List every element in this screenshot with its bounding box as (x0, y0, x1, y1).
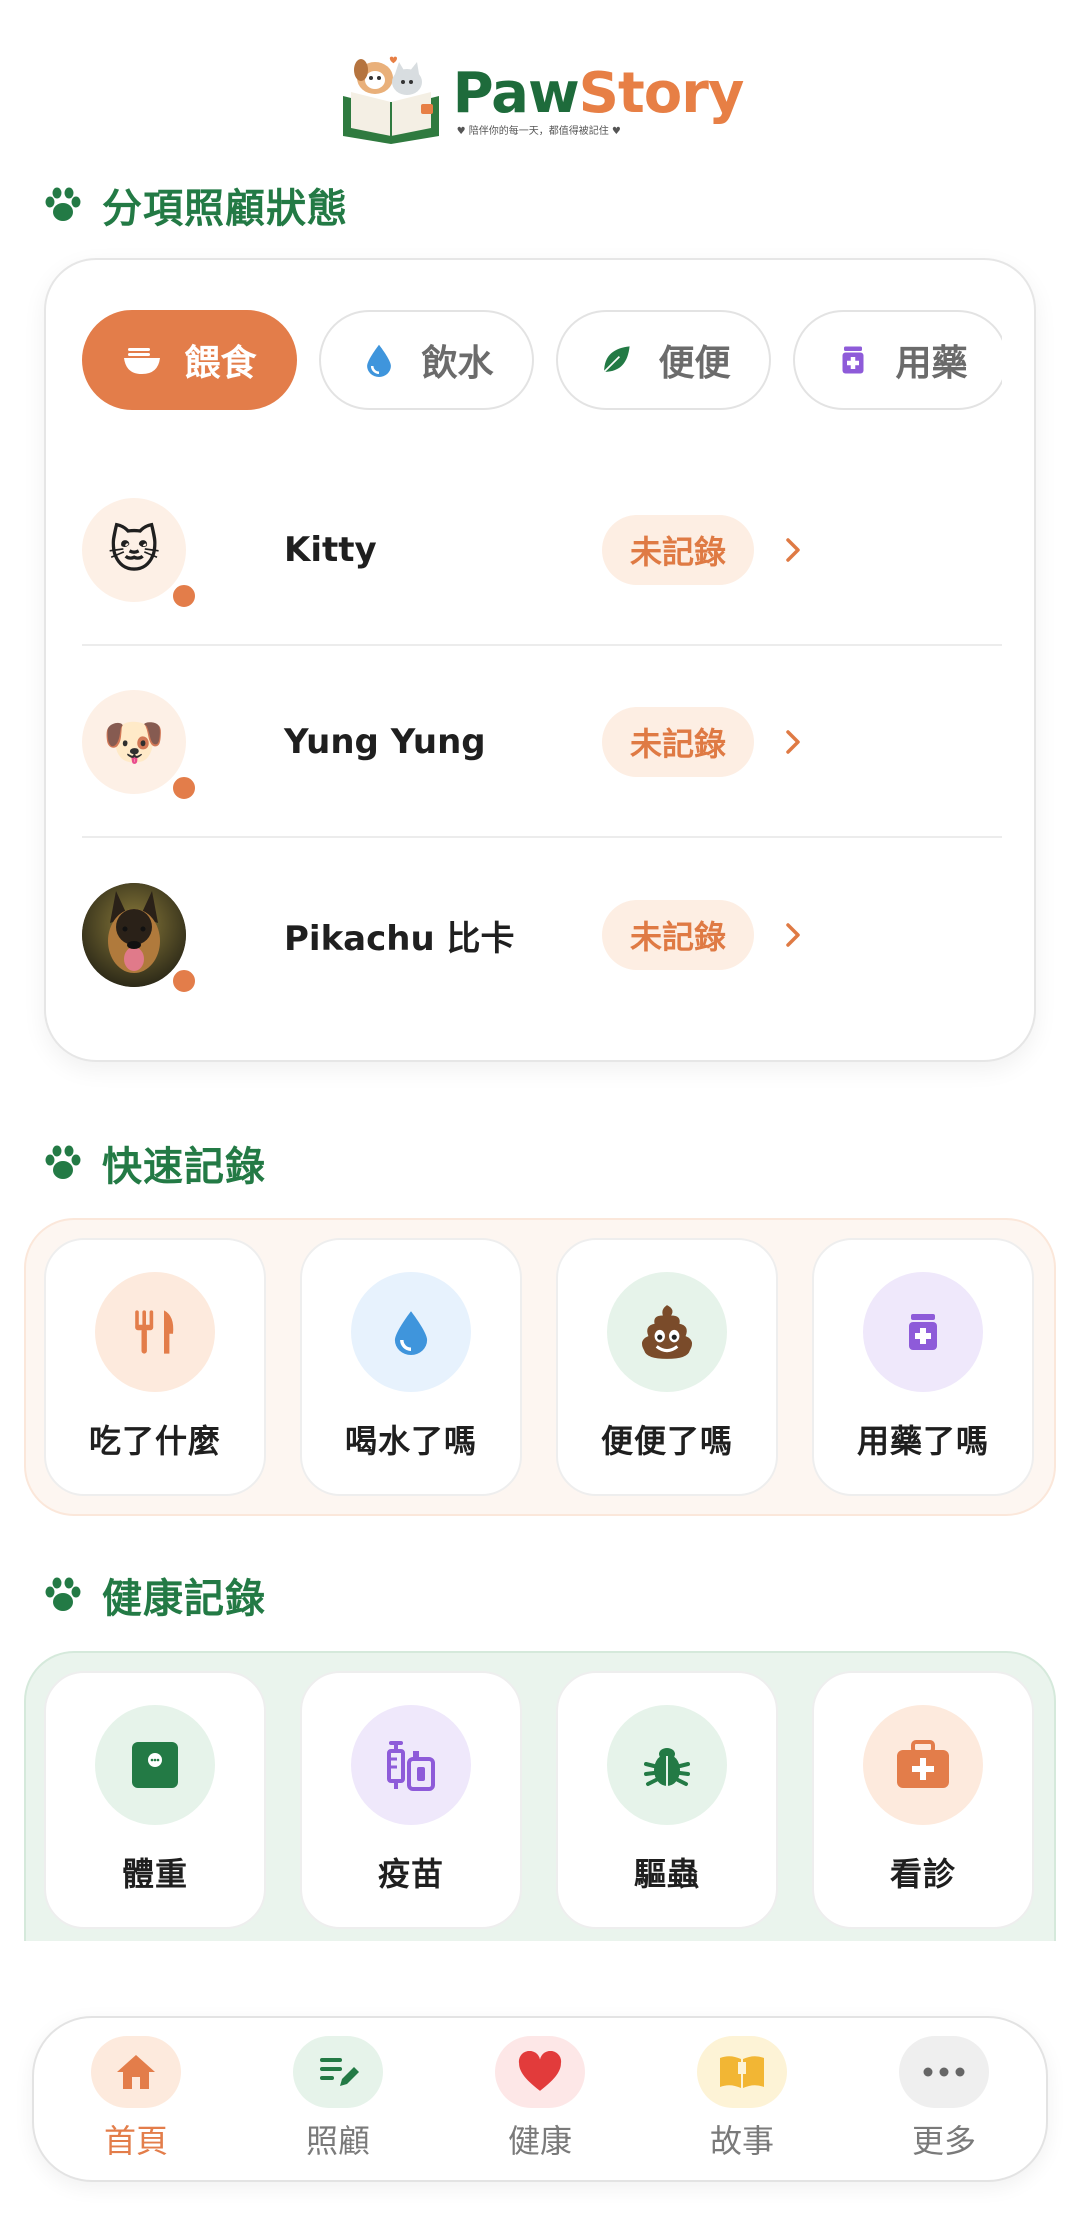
status-badge: 未記錄 (602, 707, 754, 777)
leaf-icon (596, 340, 636, 380)
pet-row-pikachu[interactable]: Pikachu 比卡 未記錄 (82, 840, 1002, 1030)
more-dots-icon (899, 2036, 989, 2108)
tab-poop[interactable]: 便便 (556, 310, 771, 410)
nav-care[interactable]: 照顧 (268, 2036, 408, 2162)
chevron-right-icon (786, 923, 800, 947)
nav-story[interactable]: 故事 (672, 2036, 812, 2162)
pet-row-yung-yung[interactable]: 🐶 Yung Yung 未記錄 (82, 648, 1002, 838)
tile-label: 看診 (889, 1855, 956, 1893)
nav-label: 首頁 (103, 2122, 168, 2160)
status-dot (170, 774, 198, 802)
nav-home[interactable]: 首頁 (66, 2036, 206, 2162)
section-title-text: 分項照顧狀態 (102, 186, 348, 232)
tile-label: 便便了嗎 (600, 1422, 733, 1460)
logo-text-paw: Paw (452, 60, 580, 126)
poop-icon (607, 1272, 727, 1392)
quick-record-water-button[interactable]: 喝水了嗎 (300, 1238, 522, 1496)
tab-feeding[interactable]: 餵食 (82, 310, 297, 410)
chevron-right-icon (786, 538, 800, 562)
vaccine-icon (351, 1705, 471, 1825)
logo-book-pets-icon (342, 56, 439, 144)
tile-label: 驅蟲 (633, 1855, 700, 1893)
section-title-care-status: 分項照顧狀態 (44, 176, 348, 234)
section-title-quick-record: 快速記錄 (44, 1134, 266, 1192)
status-badge: 未記錄 (602, 515, 754, 585)
tab-medicine[interactable]: 用藥 (793, 310, 1002, 410)
german-shepherd-photo (82, 883, 186, 987)
dog-face-icon: 🐶 (102, 712, 166, 771)
paw-icon (45, 187, 81, 221)
nav-label: 更多 (911, 2122, 976, 2160)
tile-label: 吃了什麼 (88, 1422, 221, 1460)
water-drop-icon (351, 1272, 471, 1392)
nav-label: 健康 (507, 2122, 572, 2160)
bowl-icon (122, 340, 162, 380)
heart-icon (495, 2036, 585, 2108)
care-status-card: 餵食 飲水 便便 用藥 🐱 Kitty 未記錄 🐶 Yung Yung 未記錄 … (44, 258, 1036, 1062)
edit-list-icon (293, 2036, 383, 2108)
pet-name: Pikachu 比卡 (284, 918, 515, 959)
avatar: 🐶 (82, 690, 198, 802)
health-vet-visit-button[interactable]: 看診 (812, 1671, 1034, 1929)
medical-kit-icon (863, 1705, 983, 1825)
book-icon (697, 2036, 787, 2108)
fork-knife-icon (95, 1272, 215, 1392)
section-title-text: 健康記錄 (102, 1576, 266, 1622)
health-weight-button[interactable]: 體重 (44, 1671, 266, 1929)
avatar-photo (82, 883, 198, 995)
medicine-bottle-icon (863, 1272, 983, 1392)
app-logo: PawStory ♥ 陪伴你的每一天，都值得被記住 ♥ (0, 52, 1080, 148)
quick-record-panel: 吃了什麼 喝水了嗎 便便了嗎 用藥了嗎 (24, 1218, 1056, 1516)
health-record-panel: 體重 疫苗 驅蟲 看診 (24, 1651, 1056, 1941)
bottom-navigation: 首頁 照顧 健康 故事 更多 (32, 2016, 1048, 2182)
quick-record-food-button[interactable]: 吃了什麼 (44, 1238, 266, 1496)
water-drop-icon (359, 340, 399, 380)
status-badge: 未記錄 (602, 900, 754, 970)
nav-more[interactable]: 更多 (874, 2036, 1014, 2162)
quick-record-poop-button[interactable]: 便便了嗎 (556, 1238, 778, 1496)
section-title-health-record: 健康記錄 (44, 1566, 266, 1624)
pet-name: Kitty (284, 530, 377, 570)
bug-icon (607, 1705, 727, 1825)
care-tabs: 餵食 飲水 便便 用藥 (82, 310, 1002, 410)
logo-text-story: Story (578, 60, 745, 126)
paw-icon (45, 1577, 81, 1611)
quick-record-medicine-button[interactable]: 用藥了嗎 (812, 1238, 1034, 1496)
nav-label: 故事 (709, 2122, 774, 2160)
nav-label: 照顧 (305, 2122, 370, 2160)
home-icon (91, 2036, 181, 2108)
tile-label: 疫苗 (377, 1855, 444, 1893)
status-dot (170, 582, 198, 610)
tab-label: 飲水 (421, 343, 494, 384)
tab-water[interactable]: 飲水 (319, 310, 534, 410)
cat-face-icon: 🐱 (107, 521, 161, 579)
avatar: 🐱 (82, 498, 198, 610)
logo-tagline: ♥ 陪伴你的每一天，都值得被記住 ♥ (456, 125, 621, 137)
tab-label: 便便 (658, 343, 731, 384)
medicine-bottle-icon (833, 340, 873, 380)
tile-label: 喝水了嗎 (344, 1422, 477, 1460)
tab-label: 用藥 (895, 343, 968, 384)
health-vaccine-button[interactable]: 疫苗 (300, 1671, 522, 1929)
nav-health[interactable]: 健康 (470, 2036, 610, 2162)
paw-icon (45, 1145, 81, 1179)
pet-row-kitty[interactable]: 🐱 Kitty 未記錄 (82, 456, 1002, 646)
tab-label: 餵食 (184, 343, 257, 384)
chevron-right-icon (786, 730, 800, 754)
pet-name: Yung Yung (284, 722, 486, 762)
tile-label: 體重 (121, 1855, 188, 1893)
status-dot (170, 967, 198, 995)
tile-label: 用藥了嗎 (856, 1422, 989, 1460)
scale-icon (95, 1705, 215, 1825)
section-title-text: 快速記錄 (102, 1144, 266, 1190)
health-deworm-button[interactable]: 驅蟲 (556, 1671, 778, 1929)
